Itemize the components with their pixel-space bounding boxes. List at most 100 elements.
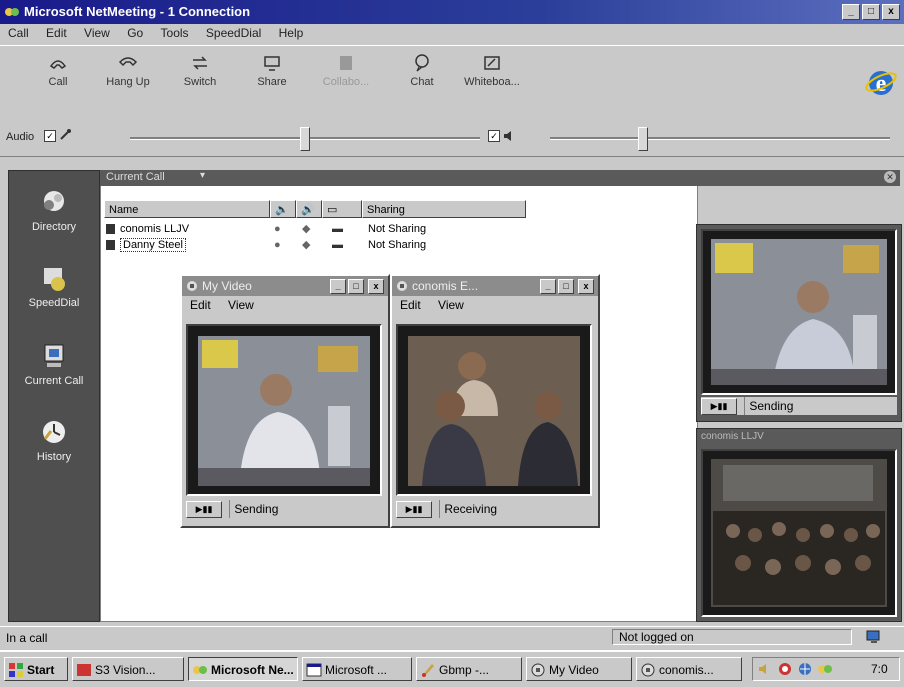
my-video-titlebar[interactable]: My Video _ □ x bbox=[182, 276, 388, 296]
remote-video-menu: Edit View bbox=[392, 296, 598, 314]
local-video-status: ▶▮▮ Sending bbox=[701, 397, 897, 416]
menu-go[interactable]: Go bbox=[119, 24, 149, 40]
remote-video-close-button[interactable]: x bbox=[578, 279, 594, 294]
taskbar-button[interactable]: Microsoft ... bbox=[302, 657, 412, 681]
taskbar-button[interactable]: conomis... bbox=[636, 657, 742, 681]
participant-row[interactable]: conomis LLJV ● ◆ ▬ Not Sharing bbox=[106, 222, 466, 236]
camera-icon bbox=[531, 663, 545, 677]
my-video-maximize-button[interactable]: □ bbox=[348, 279, 364, 294]
column-audio-receiving[interactable]: 🔊 bbox=[296, 200, 322, 218]
title-bar: Microsoft NetMeeting - 1 Connection _ □ … bbox=[0, 0, 904, 24]
collaborate-label: Collabo... bbox=[322, 76, 370, 88]
call-button[interactable]: Call bbox=[28, 52, 88, 88]
close-button[interactable]: x bbox=[882, 4, 900, 20]
chevron-down-icon[interactable]: ▾ bbox=[200, 170, 205, 181]
tray-speaker-icon[interactable] bbox=[757, 661, 773, 677]
pane-close-icon[interactable]: ✕ bbox=[884, 171, 896, 183]
internet-explorer-icon[interactable]: e bbox=[864, 66, 898, 100]
taskbar-button[interactable]: Gbmp -... bbox=[416, 657, 522, 681]
participant-icon bbox=[106, 224, 115, 234]
remote-video-menu-edit[interactable]: Edit bbox=[400, 298, 421, 312]
menu-edit[interactable]: Edit bbox=[38, 24, 73, 40]
audio-label: Audio bbox=[6, 131, 35, 143]
hang-up-button[interactable]: Hang Up bbox=[98, 52, 158, 88]
sidebar-label: SpeedDial bbox=[28, 297, 80, 309]
taskbar-button-label: Gbmp -... bbox=[439, 663, 490, 677]
netmeeting-app-icon[interactable] bbox=[4, 4, 20, 20]
switch-label: Switch bbox=[183, 76, 217, 88]
paint-icon bbox=[422, 664, 434, 677]
sidebar-label: Current Call bbox=[24, 375, 84, 387]
taskbar-button-label: Microsoft ... bbox=[325, 663, 388, 677]
remote-video-feed bbox=[396, 324, 592, 496]
taskbar-button[interactable]: My Video bbox=[526, 657, 632, 681]
remote-video-panel-title: conomis LLJV bbox=[701, 431, 764, 442]
column-sharing[interactable]: Sharing bbox=[362, 200, 526, 218]
sidebar-item-current-call[interactable]: Current Call bbox=[9, 341, 99, 387]
sidebar-item-history[interactable]: History bbox=[9, 417, 99, 463]
minimize-button[interactable]: _ bbox=[842, 4, 860, 20]
toolbar: Call Hang Up Switch Share Collabo... Cha… bbox=[0, 45, 904, 122]
microsoft-window-icon bbox=[306, 663, 322, 677]
sidebar-item-directory[interactable]: Directory bbox=[9, 187, 99, 233]
remote-video-panel: conomis LLJV bbox=[696, 428, 902, 622]
column-audio-sending[interactable]: 🔈 bbox=[270, 200, 296, 218]
mic-checkbox[interactable]: ✓ bbox=[44, 130, 56, 142]
directory-icon bbox=[44, 191, 64, 211]
chat-button[interactable]: Chat bbox=[392, 52, 452, 88]
video-status-icon: ▬ bbox=[332, 223, 343, 235]
mic-slider-thumb[interactable] bbox=[300, 127, 310, 151]
taskbar-button[interactable]: S3 Vision... bbox=[72, 657, 184, 681]
my-video-window[interactable]: My Video _ □ x Edit View ▶▮▮ Sending bbox=[180, 274, 390, 528]
speeddial-icon bbox=[44, 268, 65, 291]
menu-tools[interactable]: Tools bbox=[153, 24, 195, 40]
menu-call[interactable]: Call bbox=[0, 24, 35, 40]
sidebar-label: Directory bbox=[31, 221, 76, 233]
my-video-menu-view[interactable]: View bbox=[228, 298, 254, 312]
play-pause-button[interactable]: ▶▮▮ bbox=[186, 501, 222, 519]
remote-video-menu-view[interactable]: View bbox=[438, 298, 464, 312]
whiteboard-button[interactable]: Whiteboa... bbox=[462, 52, 522, 88]
hang-up-label: Hang Up bbox=[106, 76, 150, 88]
remote-audience-feed bbox=[701, 449, 897, 617]
microphone-icon bbox=[60, 129, 71, 140]
my-video-minimize-button[interactable]: _ bbox=[330, 279, 346, 294]
play-pause-button[interactable]: ▶▮▮ bbox=[396, 501, 432, 519]
collaborate-icon bbox=[340, 56, 352, 70]
play-pause-button[interactable]: ▶▮▮ bbox=[701, 398, 737, 416]
collaborate-button[interactable]: Collabo... bbox=[316, 52, 376, 88]
remote-video-minimize-button[interactable]: _ bbox=[540, 279, 556, 294]
participant-name: Danny Steel bbox=[120, 238, 186, 252]
my-video-menu: Edit View bbox=[182, 296, 388, 314]
speaker-slider-track[interactable] bbox=[550, 137, 890, 140]
taskbar-button[interactable]: Microsoft Ne... bbox=[188, 657, 298, 681]
window-controls: _ □ x bbox=[842, 4, 900, 20]
menu-view[interactable]: View bbox=[76, 24, 116, 40]
s3-vision-icon bbox=[77, 664, 91, 676]
remote-video-window[interactable]: conomis E... _ □ x Edit View ▶▮▮ Receivi… bbox=[390, 274, 600, 528]
column-video[interactable]: ▭ bbox=[322, 200, 362, 218]
my-video-feed bbox=[186, 324, 382, 496]
tray-netmeeting-icon[interactable] bbox=[817, 661, 833, 677]
local-video-image bbox=[703, 231, 895, 393]
speaker-slider-thumb[interactable] bbox=[638, 127, 648, 151]
tray-network-icon[interactable] bbox=[777, 661, 793, 677]
switch-icon bbox=[193, 56, 207, 70]
maximize-button[interactable]: □ bbox=[862, 4, 880, 20]
participant-row[interactable]: Danny Steel ● ◆ ▬ Not Sharing bbox=[106, 238, 466, 252]
speaker-checkbox[interactable]: ✓ bbox=[488, 130, 500, 142]
remote-video-maximize-button[interactable]: □ bbox=[558, 279, 574, 294]
current-call-header-label[interactable]: Current Call bbox=[106, 171, 165, 183]
my-video-menu-edit[interactable]: Edit bbox=[190, 298, 211, 312]
menu-speeddial[interactable]: SpeedDial bbox=[198, 24, 267, 40]
call-label: Call bbox=[48, 76, 68, 88]
my-video-close-button[interactable]: x bbox=[368, 279, 384, 294]
share-button[interactable]: Share bbox=[242, 52, 302, 88]
remote-video-titlebar[interactable]: conomis E... _ □ x bbox=[392, 276, 598, 296]
column-name[interactable]: Name bbox=[104, 200, 270, 218]
sidebar-item-speeddial[interactable]: SpeedDial bbox=[9, 263, 99, 309]
tray-globe-icon[interactable] bbox=[797, 661, 813, 677]
start-button[interactable]: Start bbox=[4, 657, 68, 681]
switch-button[interactable]: Switch bbox=[170, 52, 230, 88]
menu-help[interactable]: Help bbox=[271, 24, 310, 40]
